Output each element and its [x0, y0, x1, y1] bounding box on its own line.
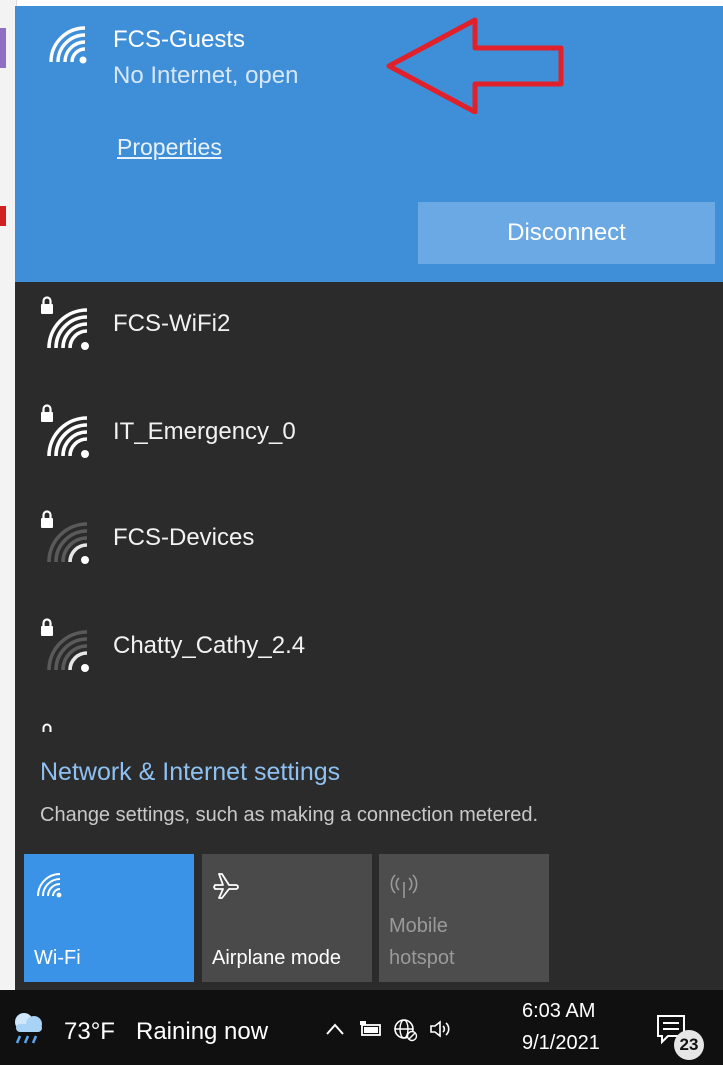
- wifi-toggle-tile[interactable]: Wi-Fi: [24, 854, 194, 982]
- red-arrow-annotation: [386, 17, 564, 114]
- network-name: IT_Emergency_0: [113, 418, 296, 445]
- volume-icon[interactable]: [428, 1016, 454, 1042]
- wifi-icon: [37, 873, 62, 898]
- connected-network-name: FCS-Guests: [113, 26, 246, 53]
- airplane-mode-tile[interactable]: Airplane mode: [202, 854, 372, 982]
- connected-network-status: No Internet, open: [113, 62, 299, 89]
- connected-network[interactable]: FCS-Guests No Internet, open Properties …: [15, 6, 723, 282]
- clock-time[interactable]: 6:03 AM: [522, 1000, 595, 1023]
- network-item[interactable]: FCS-WiFi2: [15, 282, 723, 386]
- wifi-tile-label: Wi-Fi: [34, 947, 81, 969]
- battery-icon[interactable]: [358, 1016, 384, 1042]
- hotspot-tile-label-line: hotspot: [389, 947, 455, 969]
- chevron-up-icon[interactable]: [322, 1016, 348, 1042]
- globe-network-icon[interactable]: [392, 1016, 418, 1042]
- wifi-secured-icon: [41, 510, 89, 564]
- background-accent-mark: [0, 28, 6, 68]
- network-name: FCS-WiFi2: [113, 310, 231, 337]
- wifi-secured-icon: [41, 296, 89, 350]
- properties-link[interactable]: Properties: [117, 134, 222, 161]
- airplane-tile-label: Airplane mode: [212, 947, 341, 969]
- mobile-hotspot-tile[interactable]: Mobile hotspot: [379, 854, 549, 982]
- network-item[interactable]: FCS-Devices: [15, 496, 723, 600]
- taskbar: 73°F Raining now 6:03 AM 9/1/2021 23: [0, 990, 723, 1065]
- weather-temperature[interactable]: 73°F: [64, 1018, 115, 1046]
- hotspot-tile-label: Mobile hotspot: [389, 910, 455, 974]
- airplane-icon: [213, 873, 239, 899]
- wifi-icon: [49, 26, 87, 64]
- network-name: FCS-Devices: [113, 524, 255, 551]
- network-settings-link[interactable]: Network & Internet settings: [40, 758, 340, 787]
- clock-date[interactable]: 9/1/2021: [522, 1032, 600, 1055]
- lock-icon: [42, 723, 52, 732]
- network-settings-description: Change settings, such as making a connec…: [40, 804, 539, 826]
- hotspot-tile-label-line: Mobile: [389, 915, 448, 937]
- network-flyout: FCS-Guests No Internet, open Properties …: [15, 6, 723, 990]
- network-name: Chatty_Cathy_2.4: [113, 632, 306, 659]
- network-item[interactable]: Chatty_Cathy_2.4: [15, 604, 723, 708]
- background-accent-mark: [0, 206, 6, 226]
- hotspot-icon: [390, 874, 418, 898]
- network-item[interactable]: IT_Emergency_0: [15, 390, 723, 494]
- weather-rain-icon[interactable]: [6, 1006, 50, 1046]
- notification-count-badge: 23: [674, 1030, 704, 1060]
- wifi-secured-icon: [41, 618, 89, 672]
- wifi-secured-icon: [41, 404, 89, 458]
- disconnect-button[interactable]: Disconnect: [418, 202, 715, 264]
- weather-description[interactable]: Raining now: [136, 1018, 268, 1046]
